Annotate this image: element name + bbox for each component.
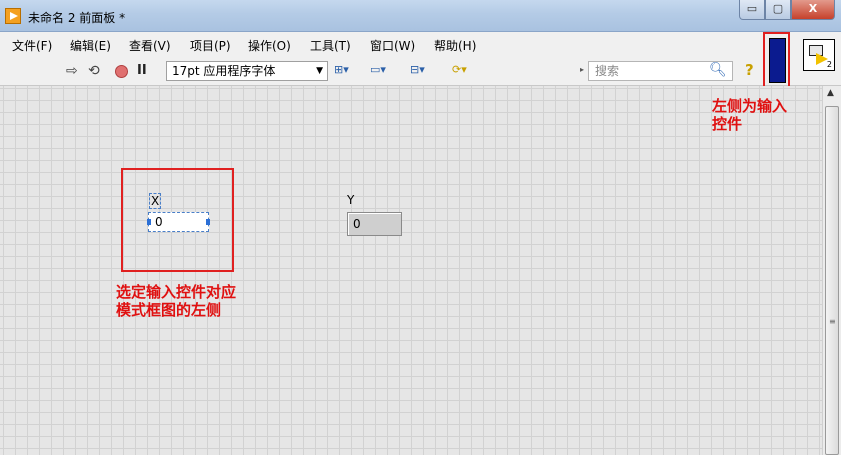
font-select-value: 17pt 应用程序字体 [172, 64, 276, 78]
scroll-thumb[interactable]: ≡ [825, 106, 839, 455]
run-arrow-icon[interactable]: ⇨ [66, 62, 78, 80]
control-highlight-box [121, 168, 234, 272]
abort-icon[interactable] [115, 65, 128, 78]
annotation-left: 选定输入控件对应模式框图的左侧 [116, 283, 237, 319]
search-icon[interactable]: 🔍︎ [709, 62, 727, 78]
indicator-label-y[interactable]: Y [347, 193, 354, 207]
menu-tools[interactable]: 工具(T) [310, 37, 351, 54]
toolbar: ⇨ ⟲ II 17pt 应用程序字体 ▼ ⊞▾ ▭▾ ⊟▾ ⟳▾ ▸ 搜索 🔍︎… [0, 56, 841, 86]
menu-window[interactable]: 窗口(W) [370, 37, 415, 54]
scroll-up-icon[interactable]: ▲ [827, 88, 834, 98]
window-title: 未命名 2 前面板 * [28, 11, 126, 25]
align-objects-icon[interactable]: ⊞▾ [334, 63, 362, 79]
maximize-button[interactable]: ▢ [765, 0, 791, 20]
vertical-scrollbar[interactable]: ▲ ≡ [822, 86, 841, 455]
search-expand-icon[interactable]: ▸ [580, 65, 584, 74]
menu-view[interactable]: 查看(V) [129, 37, 171, 54]
menu-project[interactable]: 项目(P) [190, 37, 231, 54]
window-controls: ▭ ▢ X [739, 0, 835, 20]
menu-file[interactable]: 文件(F) [12, 37, 52, 54]
annotation-right: 左侧为输入控件 [712, 97, 788, 133]
connector-highlight-box [763, 32, 790, 89]
run-continuously-icon[interactable]: ⟲ [88, 62, 100, 80]
vi-icon[interactable]: 2 [803, 39, 835, 71]
minimize-button[interactable]: ▭ [739, 0, 765, 20]
menu-bar: 文件(F) 编辑(E) 查看(V) 项目(P) 操作(O) 工具(T) 窗口(W… [0, 32, 841, 56]
grip-icon: ≡ [829, 317, 836, 326]
numeric-indicator-y[interactable]: 0 [347, 212, 402, 236]
chevron-down-icon: ▼ [316, 66, 323, 76]
context-help-icon[interactable]: ? [745, 61, 754, 79]
title-bar: 未命名 2 前面板 * ▭ ▢ X [0, 0, 841, 32]
menu-help[interactable]: 帮助(H) [434, 37, 476, 54]
font-select[interactable]: 17pt 应用程序字体 ▼ [166, 61, 328, 81]
menu-edit[interactable]: 编辑(E) [70, 37, 111, 54]
labview-icon [5, 8, 21, 24]
pause-icon[interactable]: II [137, 62, 147, 80]
reorder-icon[interactable]: ⟳▾ [452, 63, 480, 79]
close-button[interactable]: X [791, 0, 835, 20]
vi-icon-number: 2 [826, 60, 832, 69]
distribute-objects-icon[interactable]: ▭▾ [370, 63, 398, 79]
resize-objects-icon[interactable]: ⊟▾ [410, 63, 438, 79]
menu-operate[interactable]: 操作(O) [248, 37, 291, 54]
